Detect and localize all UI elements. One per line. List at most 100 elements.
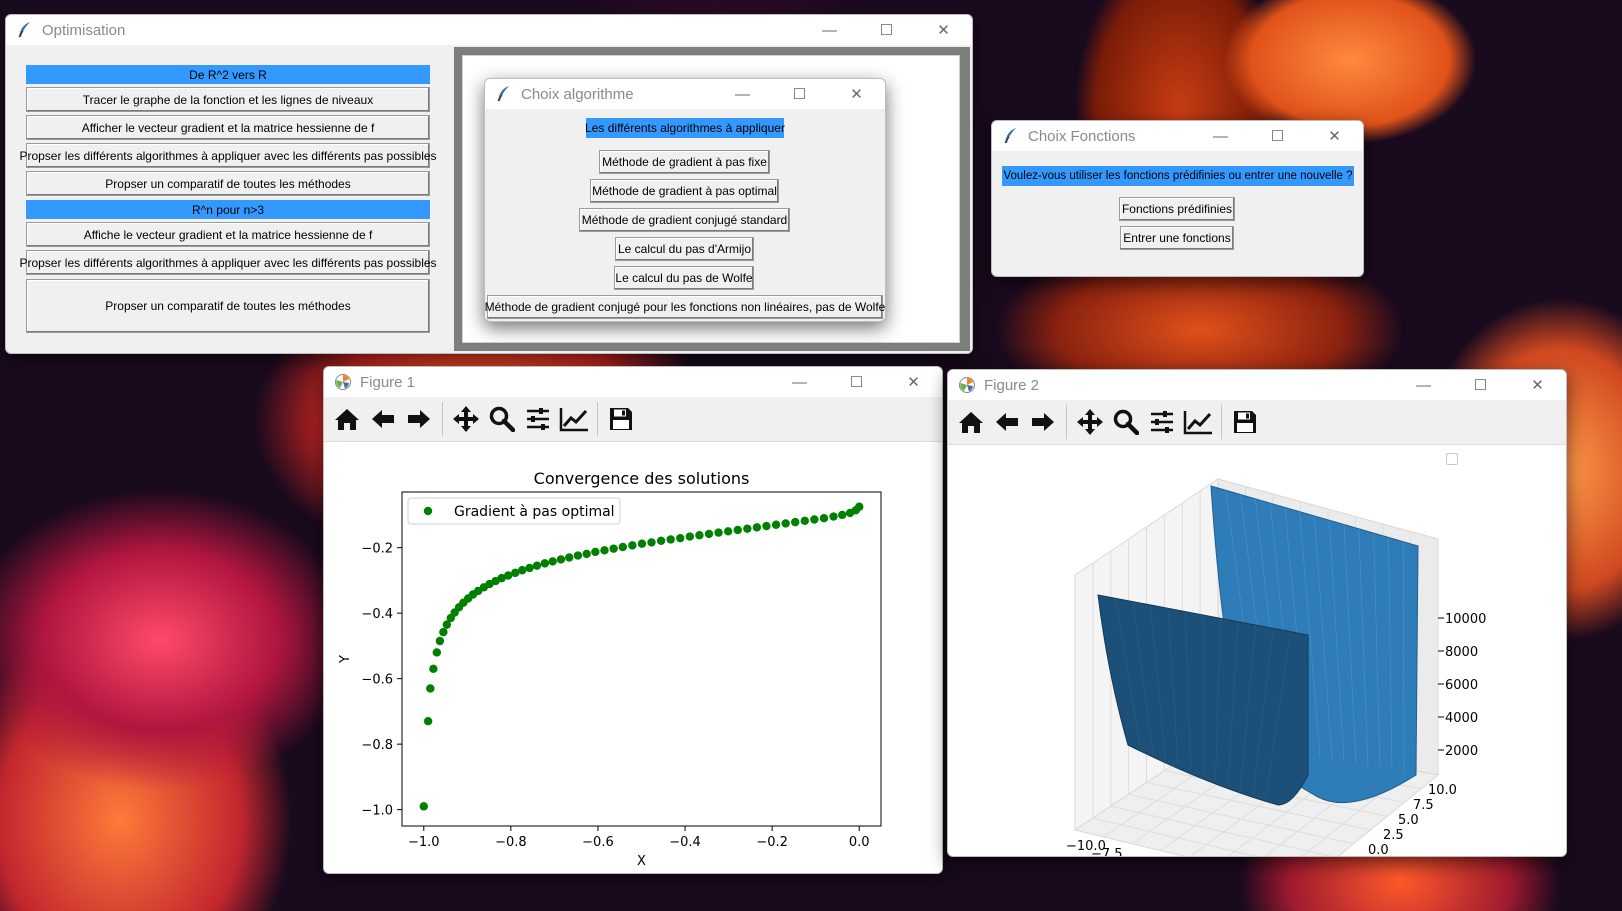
data-point xyxy=(582,549,591,559)
rn-compare-methods-button[interactable]: Propser un comparatif de toutes les méth… xyxy=(26,279,430,333)
y-tick-label: −0.8 xyxy=(361,738,393,753)
forward-arrow-icon[interactable] xyxy=(404,403,434,435)
compare-methods-button[interactable]: Propser un comparatif de toutes les méth… xyxy=(26,171,430,196)
subplots-config-icon[interactable] xyxy=(1147,406,1177,438)
x-tick-label: 0.0 xyxy=(849,835,870,850)
x-tick-label: −0.2 xyxy=(756,835,788,850)
maximize-icon[interactable]: ☐ xyxy=(828,367,885,397)
close-icon[interactable]: ✕ xyxy=(915,15,972,45)
data-point xyxy=(573,551,583,560)
maximize-icon[interactable]: ☐ xyxy=(1452,370,1509,400)
maximize-icon[interactable]: ☐ xyxy=(1249,121,1306,151)
pan-move-icon[interactable] xyxy=(451,403,481,435)
algorithms-button[interactable]: Propser les différents algorithmes à app… xyxy=(19,143,437,168)
x-tick-label: −0.4 xyxy=(669,835,701,850)
data-point xyxy=(540,559,550,568)
close-icon[interactable]: ✕ xyxy=(1509,370,1566,400)
home-icon[interactable] xyxy=(332,403,362,435)
data-point xyxy=(838,510,847,520)
figure2-canvas[interactable]: 200040006000800010000−10.0−7.5−5.0−2.50.… xyxy=(948,445,1566,856)
figure2-window: Figure 2 — ☐ ✕ 2000 4000 6000 8000 10000 −10.… xyxy=(947,369,1567,857)
x-tick-label: −0.8 xyxy=(495,835,527,850)
pan-move-icon[interactable] xyxy=(1075,406,1105,438)
back-arrow-icon[interactable] xyxy=(368,403,398,435)
trace-graph-button[interactable]: Tracer le graphe de la fonction et les l… xyxy=(26,87,430,112)
minimize-icon[interactable]: — xyxy=(771,367,828,397)
minimize-icon[interactable]: — xyxy=(1395,370,1452,400)
gradient-pas-fixe-button[interactable]: Méthode de gradient à pas fixe xyxy=(599,150,770,174)
zoom-magnifier-icon[interactable] xyxy=(487,403,517,435)
figure2-toolbar xyxy=(948,400,1566,445)
data-point xyxy=(666,535,675,544)
data-point xyxy=(771,520,781,529)
figure1-window: Figure 1 — ☐ ✕ Convergence des solutions… xyxy=(323,366,943,874)
minimize-icon[interactable]: — xyxy=(1192,121,1249,151)
entrer-fonction-button[interactable]: Entrer une fonctions xyxy=(1120,226,1234,250)
data-point xyxy=(525,563,534,573)
forward-arrow-icon[interactable] xyxy=(1028,406,1058,438)
surface-3d-chart: 200040006000800010000−10.0−7.5−5.0−2.50.… xyxy=(1066,478,1486,856)
feather-icon xyxy=(497,86,509,102)
feather-icon xyxy=(1004,128,1016,144)
window-title: Optimisation xyxy=(42,21,126,39)
matplotlib-logo-icon xyxy=(959,377,975,393)
algorithms-header-label: Les différents algorithmes à appliquer xyxy=(585,118,785,138)
maximize-icon[interactable]: ☐ xyxy=(771,79,828,109)
gradient-pas-optimal-button[interactable]: Méthode de gradient à pas optimal xyxy=(590,179,779,203)
pas-wolfe-button[interactable]: Le calcul du pas de Wolfe xyxy=(614,266,754,290)
zoom-magnifier-icon[interactable] xyxy=(1111,406,1141,438)
data-point xyxy=(791,517,800,527)
data-point xyxy=(743,524,752,533)
rn-algorithms-button[interactable]: Propser les différents algorithmes à app… xyxy=(19,250,437,275)
x-tick-label: −1.0 xyxy=(408,835,440,850)
subplots-config-icon[interactable] xyxy=(523,403,553,435)
close-icon[interactable]: ✕ xyxy=(885,367,942,397)
data-point xyxy=(565,553,574,562)
z-tick-label: 10000 xyxy=(1445,612,1486,627)
algo-titlebar[interactable]: Choix algorithme — ☐ ✕ xyxy=(485,79,885,109)
z-tick-label: 6000 xyxy=(1445,678,1478,693)
data-point xyxy=(762,521,771,531)
pas-armijo-button[interactable]: Le calcul du pas d'Armijo xyxy=(615,237,754,261)
optimisation-titlebar[interactable]: Optimisation — ☐ ✕ xyxy=(6,15,972,45)
figure1-titlebar[interactable]: Figure 1 — ☐ ✕ xyxy=(324,367,942,397)
maximize-icon[interactable]: ☐ xyxy=(858,15,915,45)
y-tick-label: 2.5 xyxy=(1383,828,1404,843)
y-tick-label: 0.0 xyxy=(1368,843,1389,856)
feather-icon xyxy=(18,22,30,38)
close-icon[interactable]: ✕ xyxy=(828,79,885,109)
back-arrow-icon[interactable] xyxy=(992,406,1022,438)
data-point xyxy=(647,538,656,547)
data-point xyxy=(419,802,428,811)
choix-fonctions-window: Choix Fonctions — ☐ ✕ Voulez-vous utilis… xyxy=(991,120,1364,277)
y-tick-label: 10.0 xyxy=(1428,783,1457,798)
figure2-titlebar[interactable]: Figure 2 — ☐ ✕ xyxy=(948,370,1566,400)
data-point xyxy=(429,664,438,674)
data-point xyxy=(432,648,442,657)
fonctions-predefinies-button[interactable]: Fonctions prédifinies xyxy=(1119,197,1235,221)
window-title: Figure 1 xyxy=(360,373,416,391)
minimize-icon[interactable]: — xyxy=(714,79,771,109)
data-point xyxy=(609,544,618,553)
edit-axes-icon[interactable] xyxy=(559,403,589,435)
gradient-conjuge-non-lineaire-button[interactable]: Méthode de gradient conjugé pour les fon… xyxy=(485,295,885,319)
save-floppy-icon[interactable] xyxy=(606,403,636,435)
save-floppy-icon[interactable] xyxy=(1230,406,1260,438)
toolbar-separator xyxy=(597,402,598,436)
figure1-canvas[interactable]: Convergence des solutions −1.0 −0.8 −0.6 −0.… xyxy=(324,442,942,873)
edit-axes-icon[interactable] xyxy=(1183,406,1213,438)
data-point xyxy=(656,536,666,545)
y-tick-label: −0.4 xyxy=(361,607,393,622)
rn-gradient-hessian-button[interactable]: Affiche le vecteur gradient et la matric… xyxy=(26,222,430,247)
toolbar-separator xyxy=(442,402,443,436)
minimize-icon[interactable]: — xyxy=(801,15,858,45)
data-point xyxy=(695,531,704,540)
gradient-conjuge-standard-button[interactable]: Méthode de gradient conjugé standard xyxy=(579,208,790,232)
gradient-hessian-button[interactable]: Afficher le vecteur gradient et la matri… xyxy=(26,115,430,140)
figure1-toolbar xyxy=(324,397,942,442)
home-icon[interactable] xyxy=(956,406,986,438)
y-tick-label: −0.6 xyxy=(361,673,393,688)
fonctions-titlebar[interactable]: Choix Fonctions — ☐ ✕ xyxy=(992,121,1363,151)
data-point xyxy=(855,502,864,511)
close-icon[interactable]: ✕ xyxy=(1306,121,1363,151)
